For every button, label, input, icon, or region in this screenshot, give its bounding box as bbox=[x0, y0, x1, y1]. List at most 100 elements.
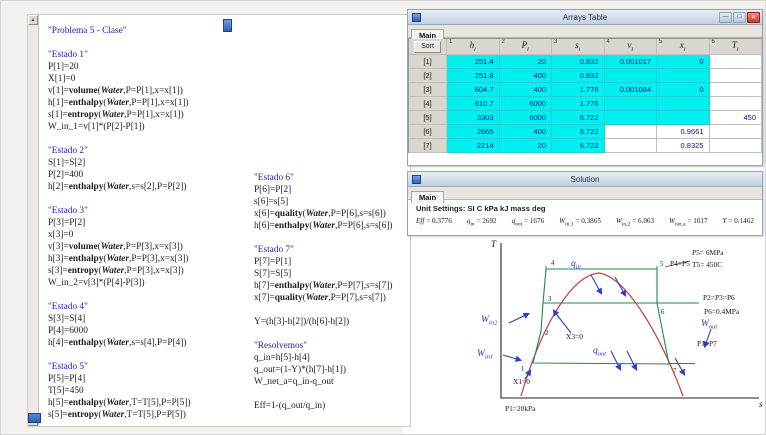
array-cell bbox=[709, 125, 762, 139]
array-cell: 610.7 bbox=[447, 97, 500, 111]
array-cell: 400 bbox=[499, 125, 552, 139]
solution-item: Win,1 = 0.3865 bbox=[559, 217, 601, 228]
array-cell: 6000 bbox=[499, 97, 552, 111]
equation-line: W_in_2=v[3]*(P[4]-P[3]) bbox=[48, 278, 145, 288]
maximize-button[interactable]: □ bbox=[733, 11, 746, 23]
point-4-label: 4 bbox=[551, 260, 555, 267]
equation-line: "Resolvemos" bbox=[254, 341, 308, 351]
column-header-s[interactable]: 3 si bbox=[552, 39, 605, 55]
equation-line: h[7]=enthalpy(Water,P=P[7],s=s[7]) bbox=[254, 281, 393, 291]
array-cell: 0 bbox=[657, 55, 710, 69]
equation-line: Eff=1-(q_out/q_in) bbox=[254, 401, 326, 411]
equation-line: W_net_a=q_in-q_out bbox=[254, 377, 334, 387]
annotation-x3: X3=0 bbox=[566, 332, 583, 341]
solution-item: qin = 2692 bbox=[466, 217, 497, 228]
annotation-t5-temp: T5= 450C bbox=[692, 260, 722, 269]
equation-line bbox=[48, 37, 191, 49]
equation-line: s[5]=entropy(Water,T=T[5],P=P[5]) bbox=[48, 410, 186, 420]
arrays-title: Arrays Table bbox=[562, 12, 608, 22]
column-header-x[interactable]: 5 xi bbox=[657, 39, 710, 55]
array-cell bbox=[709, 55, 762, 69]
equation-line: q_in=h[5]-h[4] bbox=[254, 353, 310, 363]
solution-values: Eff = 0.3776 qin = 2692 qout = 1676 Win,1 =… bbox=[408, 213, 762, 227]
equation-line: W_in_1=v[1]*(P[2]-P[1]) bbox=[48, 122, 145, 132]
equations-column-1: "Problema 5 - Clase" "Estado 1" P[1]=20 X[… bbox=[48, 25, 191, 421]
equation-line: "Estado 3" bbox=[48, 206, 88, 216]
sort-button[interactable]: Sort bbox=[414, 40, 441, 53]
row-label: [4] bbox=[409, 97, 447, 111]
equation-line bbox=[254, 328, 393, 340]
minimize-button[interactable]: ― bbox=[719, 11, 732, 23]
array-cell: 0.001084 bbox=[604, 83, 657, 97]
qout-label: qout bbox=[593, 346, 606, 358]
array-cell: 604.7 bbox=[447, 83, 500, 97]
equation-line: P[3]=P[2] bbox=[48, 218, 86, 228]
row-label: [7] bbox=[409, 139, 447, 153]
solution-tabs: Main bbox=[408, 187, 762, 203]
win1-arrow bbox=[502, 354, 523, 362]
solution-item: Y = 0.1462 bbox=[722, 217, 754, 225]
equation-line: x[7]=quality(Water,P=P[7],s=s[7]) bbox=[254, 293, 386, 303]
point-1-label: 1 bbox=[521, 366, 524, 373]
equation-line: h[2]=enthalpy(Water,s=s[2],P=P[2]) bbox=[48, 182, 187, 192]
equation-line: "Estado 4" bbox=[48, 302, 88, 312]
x3-arrow bbox=[552, 309, 572, 334]
arrays-table-grid: Sort 1 hi 2 Pi 3 si 4 vi 5 xi 6 Ti [1] 251.4 20 0.832 0.0… bbox=[408, 38, 762, 153]
arrays-corner-cell: Sort bbox=[409, 39, 447, 55]
arrays-tabs: Main bbox=[408, 25, 762, 41]
annotation-x1: X1=0 bbox=[513, 377, 530, 386]
equations-scrollbar[interactable]: ▲ ▼ bbox=[28, 15, 39, 426]
array-cell: 0.832 bbox=[552, 55, 605, 69]
equation-line: S[3]=S[4] bbox=[48, 314, 86, 324]
wout-label: Wout bbox=[701, 319, 717, 331]
array-cell: 2665 bbox=[447, 125, 500, 139]
array-cell: 6.722 bbox=[552, 139, 605, 153]
array-cell: 2214 bbox=[447, 139, 500, 153]
array-cell bbox=[604, 69, 657, 83]
equation-line: h[3]=enthalpy(Water,P=P[3],x=x[3]) bbox=[48, 254, 189, 264]
array-cell: 400 bbox=[499, 83, 552, 97]
equation-line: S[1]=S[2] bbox=[48, 158, 86, 168]
point-5-label: 5 bbox=[660, 261, 664, 268]
scroll-up-icon[interactable]: ▲ bbox=[28, 15, 38, 25]
column-header-h[interactable]: 1 hi bbox=[447, 39, 500, 55]
t-axis-label: T bbox=[491, 239, 497, 249]
solution-titlebar[interactable]: Solution bbox=[408, 172, 762, 187]
array-cell: 20 bbox=[499, 139, 552, 153]
array-cell: 0.001017 bbox=[604, 55, 657, 69]
equation-line bbox=[48, 133, 191, 145]
solution-window: Solution Main Unit Settings: SI C kPa kJ… bbox=[407, 171, 763, 236]
array-cell: 3303 bbox=[447, 111, 500, 125]
column-header-P[interactable]: 2 Pi bbox=[499, 39, 552, 55]
array-cell: 1.776 bbox=[552, 83, 605, 97]
equation-line: x[6]=quality(Water,P=P[6],s=s[6]) bbox=[254, 209, 386, 219]
close-button[interactable]: ✕ bbox=[747, 11, 760, 23]
equation-line: h[6]=enthalpy(Water,P=P[6],s=s[6]) bbox=[254, 221, 393, 231]
arrays-table-window: Arrays Table ― □ ✕ Main Sort 1 hi 2 Pi 3 si 4 vi… bbox=[407, 9, 763, 166]
equation-line: P[6]=P[2] bbox=[254, 185, 292, 195]
annotation-p6-pressure: P6=0.4MPa bbox=[704, 307, 740, 316]
annotation-p1-pressure: P1=20kPa bbox=[505, 404, 536, 413]
equations-column-2: "Estado 6" P[6]=P[2] s[6]=s[5] x[6]=quality… bbox=[254, 172, 393, 412]
column-header-T[interactable]: 6 Ti bbox=[709, 39, 762, 55]
column-header-v[interactable]: 4 vi bbox=[604, 39, 657, 55]
equation-line: "Problema 5 - Clase" bbox=[48, 26, 127, 36]
qin-arrow bbox=[614, 276, 627, 297]
array-cell: 400 bbox=[499, 69, 552, 83]
array-cell bbox=[709, 97, 762, 111]
equation-line: x[3]=0 bbox=[48, 230, 74, 240]
tab-main-solution[interactable]: Main bbox=[411, 191, 445, 203]
equation-line: P[1]=20 bbox=[48, 62, 79, 72]
row-label: [1] bbox=[409, 55, 447, 69]
win2-label: Win2 bbox=[481, 315, 498, 327]
equation-line: "Estado 5" bbox=[48, 362, 88, 372]
equation-line: h[1]=enthalpy(Water,P=P[1],x=x[1]) bbox=[48, 98, 189, 108]
equations-window[interactable]: ▲ ▼ "Problema 5 - Clase" "Estado 1" P[1]=… bbox=[27, 14, 411, 427]
array-cell bbox=[709, 69, 762, 83]
arrays-titlebar[interactable]: Arrays Table ― □ ✕ bbox=[408, 10, 762, 25]
equation-line: s[6]=s[5] bbox=[254, 197, 289, 207]
qout-arrow bbox=[626, 350, 637, 371]
equation-line bbox=[254, 232, 393, 244]
annotation-p1p7: P1=P7 bbox=[697, 339, 717, 348]
equation-line bbox=[254, 304, 393, 316]
